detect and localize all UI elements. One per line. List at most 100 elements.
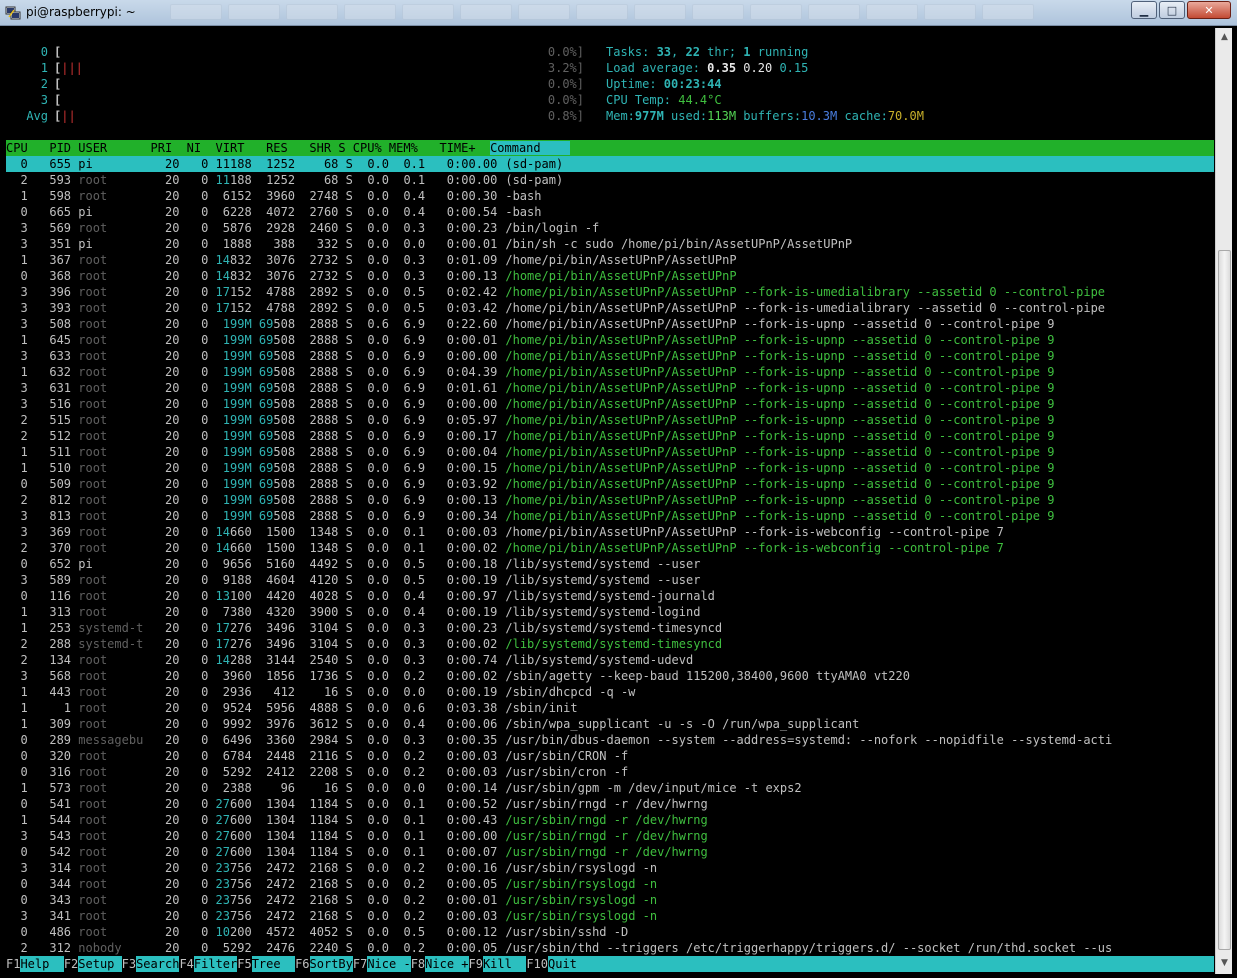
process-row[interactable]: 0 509 root 20 0 199M 69508 2888 S 0.0 6.… xyxy=(6,476,1214,492)
function-key-label[interactable]: Nice - xyxy=(367,956,410,972)
process-row[interactable]: 2 593 root 20 0 11188 1252 68 S 0.0 0.1 … xyxy=(6,172,1214,188)
function-key-f3[interactable]: F3 xyxy=(121,956,137,972)
uptime-line: Uptime: 00:23:44 xyxy=(606,77,722,91)
process-row[interactable]: 0 320 root 20 0 6784 2448 2116 S 0.0 0.2… xyxy=(6,748,1214,764)
process-row[interactable]: 1 1 root 20 0 9524 5956 4888 S 0.0 0.6 0… xyxy=(6,700,1214,716)
process-row[interactable]: 3 568 root 20 0 3960 1856 1736 S 0.0 0.2… xyxy=(6,668,1214,684)
process-row[interactable]: 1 544 root 20 0 27600 1304 1184 S 0.0 0.… xyxy=(6,812,1214,828)
process-row[interactable]: 0 652 pi 20 0 9656 5160 4492 S 0.0 0.5 0… xyxy=(6,556,1214,572)
process-row[interactable]: 3 314 root 20 0 23756 2472 2168 S 0.0 0.… xyxy=(6,860,1214,876)
function-key-f4[interactable]: F4 xyxy=(179,956,194,972)
process-row[interactable]: 1 309 root 20 0 9992 3976 3612 S 0.0 0.4… xyxy=(6,716,1214,732)
process-row[interactable]: 0 655 pi 20 0 11188 1252 68 S 0.0 0.1 0:… xyxy=(6,156,1214,172)
process-row[interactable]: 2 288 systemd-t 20 0 17276 3496 3104 S 0… xyxy=(6,636,1214,652)
function-key-f1[interactable]: F1 xyxy=(6,956,21,972)
user-cell: pi xyxy=(71,205,144,219)
minimize-button[interactable]: ▁ xyxy=(1131,1,1157,19)
command-cell: /usr/bin/dbus-daemon --system --address=… xyxy=(505,733,1113,747)
process-row[interactable]: 2 512 root 20 0 199M 69508 2888 S 0.0 6.… xyxy=(6,428,1214,444)
process-row[interactable]: 1 367 root 20 0 14832 3076 2732 S 0.0 0.… xyxy=(6,252,1214,268)
process-row[interactable]: 2 134 root 20 0 14288 3144 2540 S 0.0 0.… xyxy=(6,652,1214,668)
process-row[interactable]: 2 515 root 20 0 199M 69508 2888 S 0.0 6.… xyxy=(6,412,1214,428)
function-key-f2[interactable]: F2 xyxy=(63,956,79,972)
terminal-area[interactable]: 0[0.0%] 1 [||| 3.2%] 2[0.0%] 3[0.0%] Avg [|| 0.8… xyxy=(6,28,1214,974)
mem-percent-cell: 0.1 xyxy=(389,157,426,171)
window-titlebar[interactable]: pi@raspberrypi: ~ ▁ □ ✕ xyxy=(0,0,1237,26)
process-row[interactable]: 2 312 nobody 20 0 5292 2476 2240 S 0.0 0… xyxy=(6,940,1214,956)
process-row[interactable]: 1 313 root 20 0 7380 4320 3900 S 0.0 0.4… xyxy=(6,604,1214,620)
mem-percent-cell: 0.3 xyxy=(389,269,426,283)
process-row[interactable]: 1 573 root 20 0 2388 96 16 S 0.0 0.0 0:0… xyxy=(6,780,1214,796)
scrollbar-thumb[interactable] xyxy=(1218,250,1231,950)
priority-cell: 20 xyxy=(143,669,180,683)
process-row[interactable]: 0 665 pi 20 0 6228 4072 2760 S 0.0 0.4 0… xyxy=(6,204,1214,220)
process-row[interactable]: 1 632 root 20 0 199M 69508 2888 S 0.0 6.… xyxy=(6,364,1214,380)
process-row[interactable]: 1 253 systemd-t 20 0 17276 3496 3104 S 0… xyxy=(6,620,1214,636)
state-cell: S xyxy=(338,365,353,379)
nice-cell: 0 xyxy=(179,493,209,507)
process-row[interactable]: 3 813 root 20 0 199M 69508 2888 S 0.0 6.… xyxy=(6,508,1214,524)
function-key-label[interactable]: SortBy xyxy=(310,956,353,972)
process-row[interactable]: 2 812 root 20 0 199M 69508 2888 S 0.0 6.… xyxy=(6,492,1214,508)
maximize-button[interactable]: □ xyxy=(1159,1,1185,19)
function-key-label[interactable]: Nice + xyxy=(425,956,468,972)
process-row[interactable]: 0 316 root 20 0 5292 2412 2208 S 0.0 0.2… xyxy=(6,764,1214,780)
process-row[interactable]: 2 370 root 20 0 14660 1500 1348 S 0.0 0.… xyxy=(6,540,1214,556)
process-row[interactable]: 0 368 root 20 0 14832 3076 2732 S 0.0 0.… xyxy=(6,268,1214,284)
function-key-label[interactable]: Help xyxy=(20,956,63,972)
process-row[interactable]: 3 516 root 20 0 199M 69508 2888 S 0.0 6.… xyxy=(6,396,1214,412)
process-row[interactable]: 0 289 messagebu 20 0 6496 3360 2984 S 0.… xyxy=(6,732,1214,748)
function-key-label[interactable]: Tree xyxy=(252,956,295,972)
process-row[interactable]: 1 511 root 20 0 199M 69508 2888 S 0.0 6.… xyxy=(6,444,1214,460)
function-key-label[interactable]: Setup xyxy=(78,956,121,972)
process-row[interactable]: 3 543 root 20 0 27600 1304 1184 S 0.0 0.… xyxy=(6,828,1214,844)
process-row[interactable]: 3 631 root 20 0 199M 69508 2888 S 0.0 6.… xyxy=(6,380,1214,396)
putty-icon[interactable] xyxy=(5,5,21,21)
scroll-up-icon[interactable]: ▲ xyxy=(1218,30,1231,44)
process-row[interactable]: 0 541 root 20 0 27600 1304 1184 S 0.0 0.… xyxy=(6,796,1214,812)
column-headers[interactable]: CPU PID USER PRI NI VIRT RES SHR S CPU% … xyxy=(6,141,490,155)
process-row[interactable]: 3 341 root 20 0 23756 2472 2168 S 0.0 0.… xyxy=(6,908,1214,924)
process-list[interactable]: 0 655 pi 20 0 11188 1252 68 S 0.0 0.1 0:… xyxy=(6,156,1214,956)
function-key-f9[interactable]: F9 xyxy=(468,956,483,972)
process-row[interactable]: 3 369 root 20 0 14660 1500 1348 S 0.0 0.… xyxy=(6,524,1214,540)
process-row[interactable]: 1 510 root 20 0 199M 69508 2888 S 0.0 6.… xyxy=(6,460,1214,476)
priority-cell: 20 xyxy=(143,493,180,507)
process-row[interactable]: 3 569 root 20 0 5876 2928 2460 S 0.0 0.3… xyxy=(6,220,1214,236)
process-row[interactable]: 3 351 pi 20 0 1888 388 332 S 0.0 0.0 0:0… xyxy=(6,236,1214,252)
time-cell: 0:22.60 xyxy=(425,317,498,331)
pid-cell: 314 xyxy=(27,861,72,875)
command-column-header[interactable]: Command xyxy=(490,141,570,155)
virt-cell: 27600 xyxy=(208,797,252,811)
scroll-down-icon[interactable]: ▼ xyxy=(1218,956,1231,970)
process-row[interactable]: 1 443 root 20 0 2936 412 16 S 0.0 0.0 0:… xyxy=(6,684,1214,700)
process-row[interactable]: 3 589 root 20 0 9188 4604 4120 S 0.0 0.5… xyxy=(6,572,1214,588)
function-key-f7[interactable]: F7 xyxy=(352,956,368,972)
process-row[interactable]: 3 396 root 20 0 17152 4788 2892 S 0.0 0.… xyxy=(6,284,1214,300)
process-row[interactable]: 1 598 root 20 0 6152 3960 2748 S 0.0 0.4… xyxy=(6,188,1214,204)
function-key-label[interactable]: Quit xyxy=(548,956,577,972)
process-row[interactable]: 0 486 root 20 0 10200 4572 4052 S 0.0 0.… xyxy=(6,924,1214,940)
function-key-f6[interactable]: F6 xyxy=(295,956,310,972)
close-button[interactable]: ✕ xyxy=(1187,1,1231,19)
process-row[interactable]: 0 542 root 20 0 27600 1304 1184 S 0.0 0.… xyxy=(6,844,1214,860)
process-row[interactable]: 0 343 root 20 0 23756 2472 2168 S 0.0 0.… xyxy=(6,892,1214,908)
function-key-label[interactable]: Search xyxy=(136,956,179,972)
function-key-f8[interactable]: F8 xyxy=(410,956,426,972)
pid-cell: 633 xyxy=(27,349,72,363)
process-row[interactable]: 0 116 root 20 0 13100 4420 4028 S 0.0 0.… xyxy=(6,588,1214,604)
process-row[interactable]: 3 633 root 20 0 199M 69508 2888 S 0.0 6.… xyxy=(6,348,1214,364)
process-row[interactable]: 0 344 root 20 0 23756 2472 2168 S 0.0 0.… xyxy=(6,876,1214,892)
process-row[interactable]: 1 645 root 20 0 199M 69508 2888 S 0.0 6.… xyxy=(6,332,1214,348)
res-cell: 3496 xyxy=(251,637,296,651)
process-row[interactable]: 3 508 root 20 0 199M 69508 2888 S 0.6 6.… xyxy=(6,316,1214,332)
function-key-f10[interactable]: F10 xyxy=(526,956,548,972)
function-key-f5[interactable]: F5 xyxy=(237,956,252,972)
function-key-label[interactable]: Kill xyxy=(483,956,526,972)
command-cell: /bin/login -f xyxy=(505,221,600,235)
vertical-scrollbar[interactable]: ▲ ▼ xyxy=(1215,28,1232,974)
process-table-header[interactable]: CPU PID USER PRI NI VIRT RES SHR S CPU% … xyxy=(6,140,1214,156)
process-row[interactable]: 3 393 root 20 0 17152 4788 2892 S 0.0 0.… xyxy=(6,300,1214,316)
cpu-cell: 3 xyxy=(6,285,28,299)
function-key-label[interactable]: Filter xyxy=(194,956,237,972)
